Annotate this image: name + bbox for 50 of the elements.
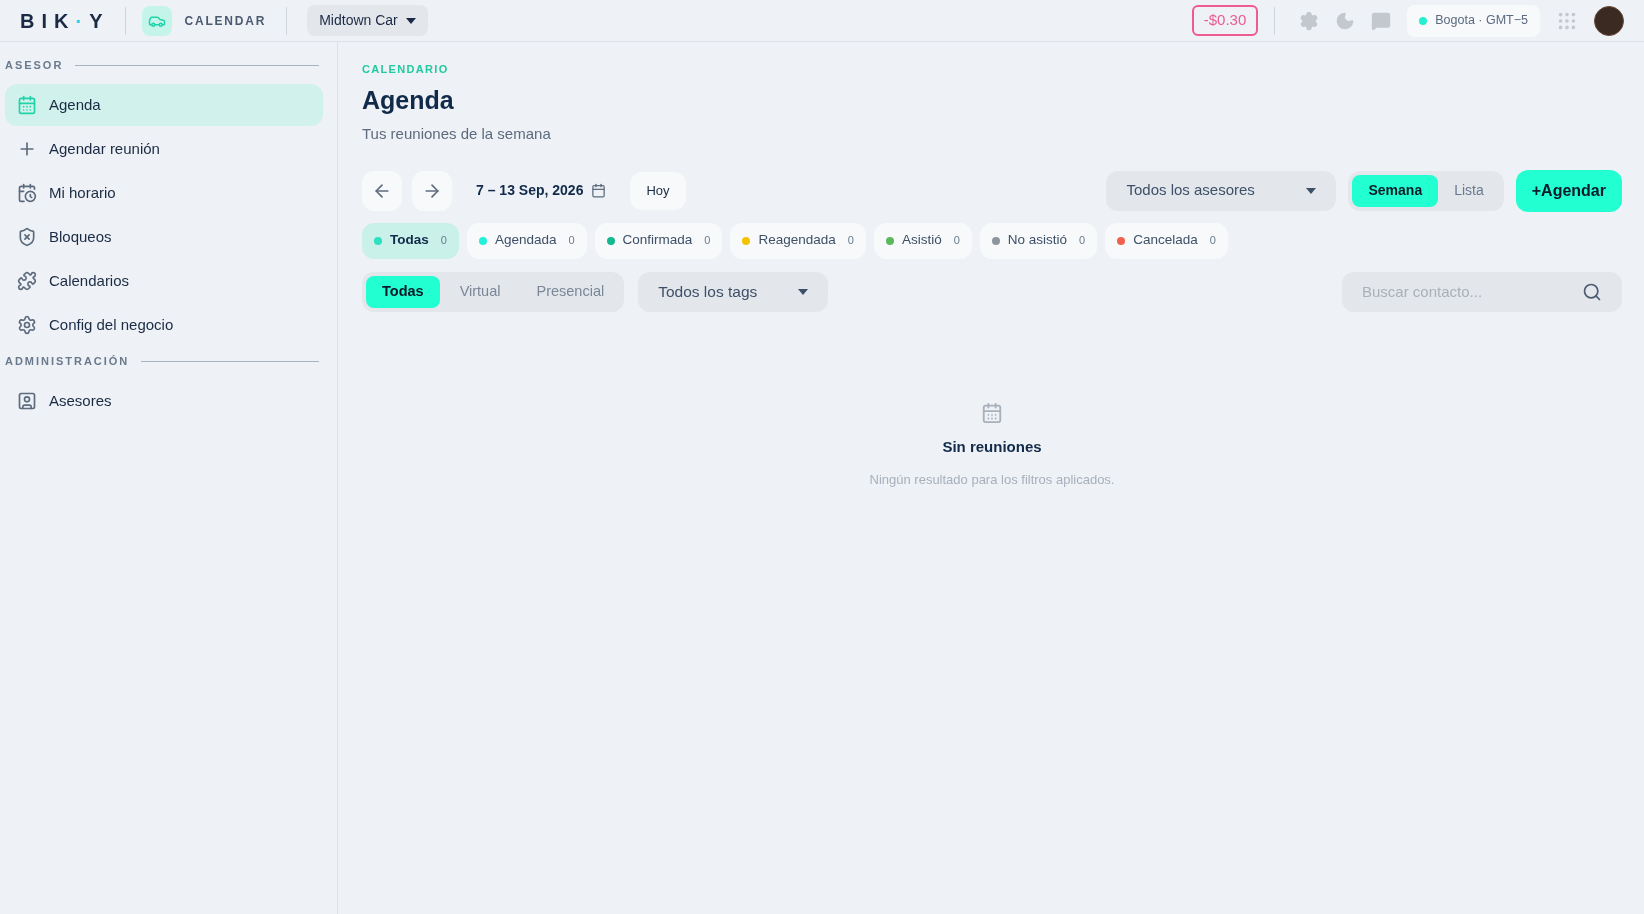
tags-dropdown[interactable]: Todos los tags: [638, 271, 829, 312]
avatar[interactable]: [1594, 5, 1624, 36]
page-subtitle: Tus reuniones de la semana: [362, 124, 552, 144]
mode-tab[interactable]: Todas: [366, 275, 440, 308]
page-title: Agenda: [362, 84, 455, 116]
caret-icon: [405, 17, 416, 24]
business-dropdown[interactable]: Midtown Car: [307, 5, 428, 36]
section-heading: ADMINISTRACIÓN: [5, 353, 130, 369]
sidebar-item[interactable]: Bloqueos: [5, 216, 323, 258]
add-appointment-button[interactable]: +Agendar: [1515, 169, 1622, 212]
view-tab[interactable]: Lista: [1438, 174, 1500, 207]
timezone-badge[interactable]: Bogota · GMT−5: [1407, 4, 1540, 37]
date-range[interactable]: 7 – 13 Sep, 2026: [476, 180, 584, 201]
status-filter-chip[interactable]: Cancelada 0: [1105, 222, 1228, 259]
status-filter-chip[interactable]: Asistió 0: [873, 222, 972, 259]
sidebar-item[interactable]: Mi horario: [5, 172, 323, 214]
puzzle-icon: [17, 271, 37, 291]
advisor-dropdown[interactable]: Todos los asesores: [1106, 170, 1337, 211]
sidebar-item[interactable]: Config del negocio: [5, 304, 323, 346]
status-filter-chip[interactable]: Todas 0: [362, 222, 459, 259]
eyebrow-label: CALENDARIO: [362, 62, 450, 77]
biky-logo[interactable]: BIK·Y: [20, 5, 110, 36]
sidebar-item[interactable]: Calendarios: [5, 260, 323, 302]
status-filter-chip[interactable]: Reagendada 0: [730, 222, 866, 259]
caret-icon: [1306, 187, 1317, 194]
status-filter-chip[interactable]: Confirmada 0: [594, 222, 723, 259]
calendar-clock-icon: [17, 183, 37, 203]
user-square-icon: [17, 391, 37, 411]
search-field[interactable]: Buscar contacto...: [1342, 271, 1622, 312]
car-badge-icon: [142, 5, 173, 36]
gear-icon: [17, 315, 37, 335]
next-week-button[interactable]: [412, 170, 452, 211]
calendar-icon: [17, 95, 37, 115]
section-heading: ASESOR: [5, 57, 64, 73]
calendar-icon: [981, 401, 1003, 424]
today-button[interactable]: Hoy: [630, 171, 686, 210]
sidebar-item[interactable]: Asesores: [5, 380, 323, 422]
sidebar-item[interactable]: Agenda: [5, 84, 323, 126]
calendar-icon[interactable]: [591, 183, 607, 198]
sidebar-item[interactable]: Agendar reunión: [5, 128, 323, 170]
shield-x-icon: [17, 227, 37, 247]
search-icon[interactable]: [1582, 281, 1602, 302]
previous-week-button[interactable]: [362, 170, 402, 211]
empty-message: Ningún resultado para los filtros aplicados.: [869, 471, 1115, 489]
view-tab[interactable]: Semana: [1352, 174, 1439, 207]
app-label: CALENDAR: [184, 12, 267, 30]
status-filter-chip[interactable]: No asistió 0: [979, 222, 1098, 259]
status-filter-chip[interactable]: Agendada 0: [466, 222, 587, 259]
empty-title: Sin reuniones: [942, 436, 1042, 457]
caret-icon: [798, 288, 809, 295]
